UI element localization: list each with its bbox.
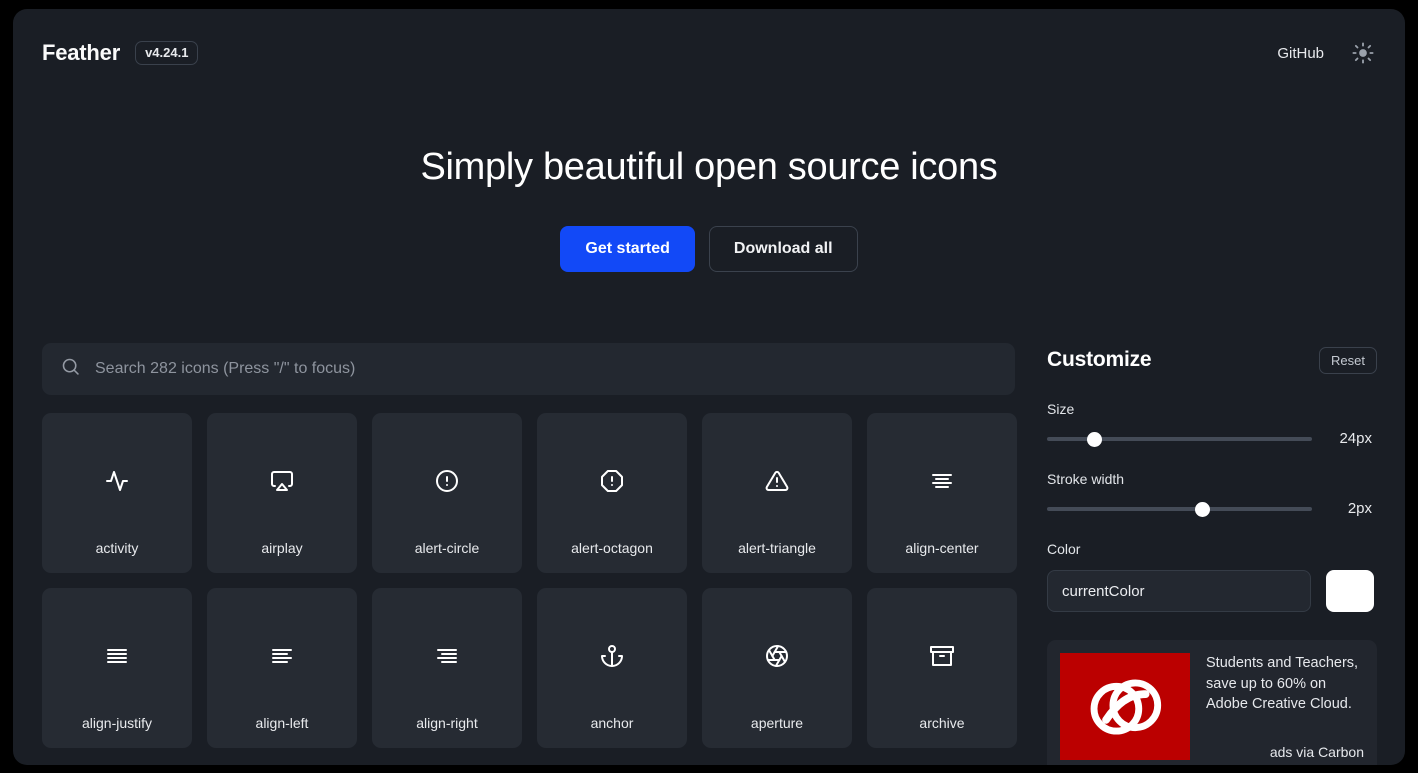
- icon-label: align-justify: [81, 715, 153, 731]
- icon-card-alert-octagon[interactable]: alert-octagon: [537, 413, 687, 573]
- size-label: Size: [1047, 401, 1075, 417]
- github-link[interactable]: GitHub: [1277, 45, 1324, 62]
- customize-header: Customize Reset: [1047, 343, 1377, 377]
- reset-button[interactable]: Reset: [1319, 346, 1377, 374]
- brand[interactable]: Feather v4.24.1: [42, 40, 199, 66]
- airplay-icon: [270, 469, 294, 493]
- color-input[interactable]: [1047, 570, 1311, 612]
- icon-card-alert-circle[interactable]: alert-circle: [372, 413, 522, 573]
- icon-card-aperture[interactable]: aperture: [702, 588, 852, 748]
- search-bar[interactable]: [42, 343, 1015, 395]
- site-header: Feather v4.24.1 GitHub: [13, 9, 1405, 97]
- color-label: Color: [1047, 541, 1081, 557]
- ad-text: Students and Teachers, save up to 60% on…: [1206, 655, 1359, 713]
- icon-card-align-right[interactable]: align-right: [372, 588, 522, 748]
- ad-attribution: ads via Carbon: [1269, 744, 1364, 760]
- brand-name: Feather: [42, 40, 121, 65]
- icon-card-activity[interactable]: activity: [42, 413, 192, 573]
- hero-actions: Get started Download all: [13, 225, 1405, 272]
- icon-label: anchor: [590, 715, 634, 731]
- icon-grid: activity airplay alert-circle alert-octa…: [42, 413, 1017, 748]
- anchor-icon: [600, 644, 624, 668]
- hero-section: Simply beautiful open source icons Get s…: [13, 97, 1405, 272]
- ad-text-wrap: Students and Teachers, save up to 60% on…: [1206, 653, 1364, 760]
- icon-label: aperture: [750, 715, 804, 731]
- search-icon: [60, 356, 81, 382]
- alert-circle-icon: [435, 469, 459, 493]
- icon-card-align-justify[interactable]: align-justify: [42, 588, 192, 748]
- carbon-ad[interactable]: Students and Teachers, save up to 60% on…: [1047, 640, 1377, 765]
- stroke-slider-thumb[interactable]: [1194, 501, 1210, 517]
- size-slider-row: 24px: [1047, 430, 1377, 447]
- icon-card-anchor[interactable]: anchor: [537, 588, 687, 748]
- icons-column: activity airplay alert-circle: [42, 343, 1017, 748]
- icon-label: activity: [95, 540, 139, 556]
- page-title: Simply beautiful open source icons: [420, 146, 998, 188]
- color-row: [1047, 570, 1377, 612]
- main-content: activity airplay alert-circle: [13, 343, 1405, 765]
- customize-panel: Customize Reset Size 24px Stroke width 2…: [1047, 343, 1377, 765]
- icon-label: alert-circle: [414, 540, 480, 556]
- icon-label: align-center: [905, 540, 979, 556]
- version-badge[interactable]: v4.24.1: [135, 41, 199, 65]
- download-all-button[interactable]: Download all: [708, 225, 858, 272]
- icon-label: airplay: [261, 540, 303, 556]
- icon-label: alert-octagon: [571, 540, 653, 556]
- aperture-icon: [765, 644, 789, 668]
- sun-icon[interactable]: [1350, 40, 1376, 66]
- align-left-icon: [270, 644, 294, 668]
- search-input[interactable]: [95, 360, 997, 378]
- page-viewport: Feather v4.24.1 GitHub Simply beautiful …: [13, 9, 1405, 765]
- icon-card-align-center[interactable]: align-center: [867, 413, 1017, 573]
- archive-icon: [930, 644, 954, 668]
- align-justify-icon: [105, 644, 129, 668]
- icon-card-archive[interactable]: archive: [867, 588, 1017, 748]
- customize-title: Customize: [1047, 348, 1152, 371]
- stroke-slider-track: [1047, 506, 1312, 511]
- stroke-slider-row: 2px: [1047, 500, 1377, 517]
- alert-octagon-icon: [600, 469, 624, 493]
- size-value: 24px: [1339, 430, 1372, 447]
- size-slider-thumb[interactable]: [1087, 431, 1102, 447]
- color-swatch-button[interactable]: [1326, 570, 1374, 612]
- icon-card-airplay[interactable]: airplay: [207, 413, 357, 573]
- icon-label: alert-triangle: [738, 540, 816, 556]
- stroke-slider[interactable]: [1047, 501, 1312, 517]
- icon-card-align-left[interactable]: align-left: [207, 588, 357, 748]
- header-actions: GitHub: [1277, 40, 1376, 66]
- adobe-creative-cloud-logo: [1060, 653, 1190, 760]
- get-started-button[interactable]: Get started: [560, 225, 695, 272]
- stroke-value: 2px: [1347, 500, 1372, 517]
- icon-card-alert-triangle[interactable]: alert-triangle: [702, 413, 852, 573]
- browser-frame: Feather v4.24.1 GitHub Simply beautiful …: [0, 0, 1418, 773]
- icon-label: align-right: [416, 715, 478, 731]
- icon-label: align-left: [255, 715, 309, 731]
- align-center-icon: [930, 469, 954, 493]
- size-slider[interactable]: [1047, 431, 1312, 447]
- stroke-label: Stroke width: [1047, 471, 1125, 487]
- alert-triangle-icon: [765, 469, 789, 493]
- activity-icon: [105, 469, 129, 493]
- align-right-icon: [435, 644, 459, 668]
- icon-label: archive: [919, 715, 965, 731]
